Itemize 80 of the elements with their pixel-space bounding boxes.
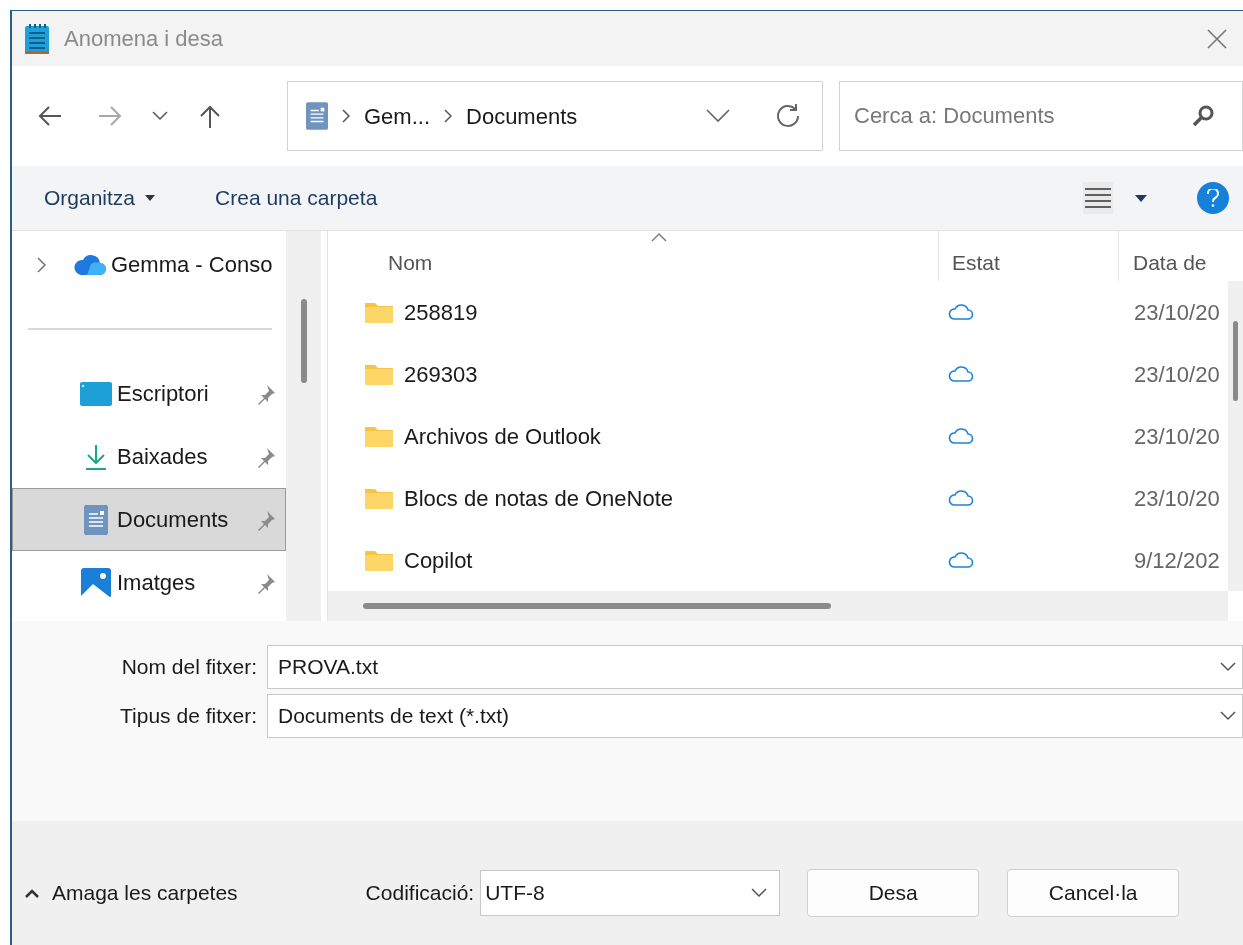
- cloud-icon: [948, 551, 974, 569]
- file-name[interactable]: Blocs de notas de OneNote: [404, 481, 939, 515]
- chevron-down-icon[interactable]: [706, 109, 730, 123]
- sidebar-item[interactable]: Documents: [12, 488, 286, 551]
- download-icon: [83, 442, 109, 471]
- save-button[interactable]: Desa: [807, 869, 980, 917]
- chevron-down-icon: [1220, 662, 1236, 672]
- cancel-button[interactable]: Cancel·la: [1007, 869, 1180, 917]
- folder-icon: [364, 424, 394, 448]
- file-name[interactable]: Archivos de Outlook: [404, 419, 939, 453]
- organize-button[interactable]: Organitza: [44, 182, 156, 214]
- cloud-icon: [948, 303, 974, 321]
- chevron-down-icon: [152, 111, 168, 121]
- cloud-icon: [948, 489, 974, 507]
- list-view-icon: [1085, 187, 1111, 209]
- chevron-up-icon: [24, 888, 40, 898]
- new-folder-button[interactable]: Crea una carpeta: [215, 182, 378, 214]
- back-icon: [37, 104, 63, 128]
- encoding-label: Codificació:: [365, 880, 475, 907]
- help-button[interactable]: [1197, 182, 1229, 214]
- help-icon: [1207, 189, 1219, 207]
- file-name[interactable]: 258819: [404, 295, 939, 329]
- caret-icon[interactable]: [1135, 194, 1147, 202]
- refresh-icon[interactable]: [774, 102, 802, 130]
- hide-folders-button[interactable]: Amaga les carpetes: [24, 877, 238, 909]
- field-label: Nom del fitxer:: [120, 654, 257, 681]
- close-icon: [1206, 27, 1228, 50]
- search-icon: [1191, 104, 1215, 128]
- breadcrumb-item[interactable]: Documents: [466, 99, 578, 133]
- sidebar-label: Baixades: [117, 443, 209, 471]
- caret-icon: [145, 195, 156, 201]
- document-icon: [306, 102, 328, 130]
- folder-icon: [364, 362, 394, 386]
- sidebar-label: Escriptori: [117, 380, 210, 408]
- search-field[interactable]: Cerca a: Documents: [839, 81, 1243, 151]
- column-header[interactable]: Nom: [328, 231, 939, 281]
- sidebar-item[interactable]: Baixades: [12, 425, 286, 488]
- sidebar-item[interactable]: Escriptori: [12, 362, 286, 425]
- chevron-down-icon: [1220, 711, 1236, 721]
- scrollbar-thumb[interactable]: [363, 603, 831, 609]
- breadcrumb-item[interactable]: Gem...: [364, 99, 430, 133]
- sidebar-item[interactable]: Gemma - Conso: [12, 233, 286, 296]
- column-header[interactable]: Data de: [1119, 231, 1207, 281]
- scrollbar-thumb[interactable]: [1233, 321, 1238, 401]
- encoding-dropdown[interactable]: UTF-8: [480, 870, 781, 916]
- modified-date: 9/12/202: [1133, 546, 1220, 575]
- document-icon: [84, 504, 108, 535]
- sidebar-item[interactable]: Imatges: [12, 551, 286, 614]
- sort-ascending-icon: [651, 233, 667, 242]
- combo-field[interactable]: Documents de text (*.txt): [267, 694, 1243, 738]
- cloud-icon: [948, 427, 974, 445]
- picture-icon: [81, 567, 111, 598]
- chevron-right-icon[interactable]: [37, 256, 47, 273]
- sidebar-label: Documents: [117, 506, 230, 534]
- cloud-icon: [73, 253, 107, 276]
- chevron-right-icon: [342, 109, 350, 123]
- modified-date: 23/10/20: [1133, 484, 1220, 513]
- window-title: Anomena i desa: [64, 25, 223, 53]
- desktop-icon: [80, 381, 112, 406]
- file-name[interactable]: Copilot: [404, 543, 939, 577]
- sidebar-label: Gemma - Conso: [111, 251, 274, 279]
- cloud-icon: [948, 365, 974, 383]
- notepad-icon: [24, 22, 50, 55]
- file-name[interactable]: 269303: [404, 357, 939, 391]
- modified-date: 23/10/20: [1133, 360, 1220, 389]
- column-header[interactable]: Estat: [939, 231, 1119, 281]
- chevron-right-icon: [444, 109, 452, 123]
- view-button[interactable]: [1083, 182, 1113, 214]
- folder-icon: [364, 300, 394, 324]
- address-bar[interactable]: Gem... Documents: [287, 81, 823, 151]
- field-label: Tipus de fitxer:: [119, 703, 257, 730]
- sidebar-label: Imatges: [117, 569, 197, 597]
- modified-date: 23/10/20: [1133, 422, 1220, 451]
- modified-date: 23/10/20: [1133, 298, 1220, 327]
- combo-field[interactable]: PROVA.txt: [267, 645, 1243, 689]
- chevron-down-icon: [751, 888, 768, 898]
- folder-icon: [364, 548, 394, 572]
- folder-icon: [364, 486, 394, 510]
- scrollbar-thumb[interactable]: [300, 299, 307, 383]
- forward-icon: [97, 104, 123, 128]
